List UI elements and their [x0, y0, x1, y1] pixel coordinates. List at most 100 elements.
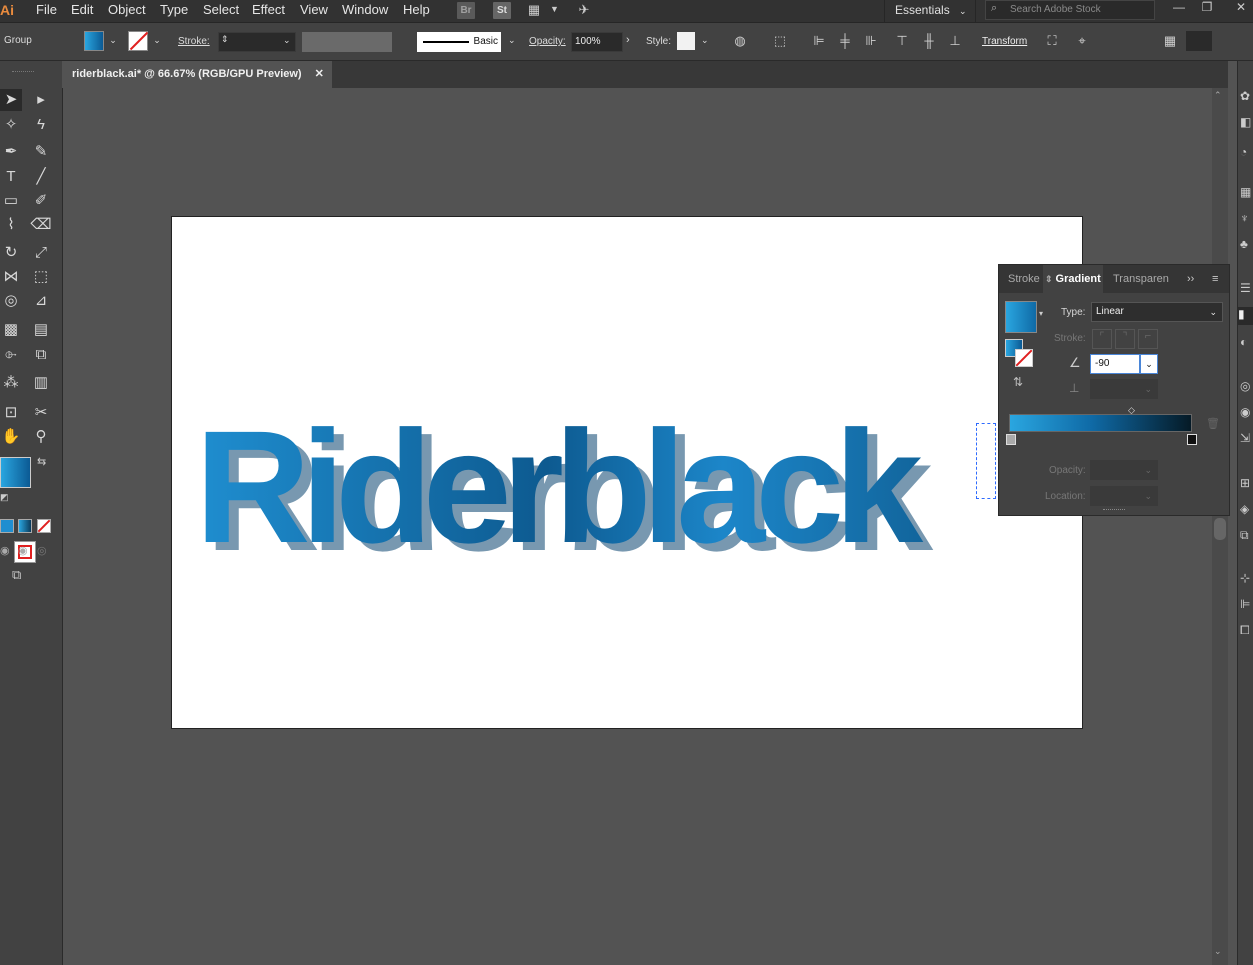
- artboards-icon[interactable]: ⊞: [1240, 476, 1250, 490]
- symbols-icon[interactable]: ♣: [1240, 237, 1248, 251]
- default-fill-stroke-icon[interactable]: ◩: [0, 492, 9, 503]
- draw-behind-icon[interactable]: ◉: [18, 544, 28, 557]
- puppet-warp-icon[interactable]: ⌖: [1073, 32, 1091, 50]
- width-tool-icon[interactable]: ⋈: [0, 266, 22, 288]
- arrange-panel-icon[interactable]: [1186, 31, 1212, 51]
- minimize-icon[interactable]: —: [1168, 0, 1190, 16]
- pathfinder-icon[interactable]: ⧠: [1240, 623, 1250, 638]
- color-panel-icon[interactable]: ✿: [1240, 89, 1250, 103]
- gpu-performance-icon[interactable]: ✈: [575, 1, 593, 19]
- fill-swatch[interactable]: [84, 31, 104, 51]
- bridge-button[interactable]: Br: [457, 2, 475, 19]
- menu-effect[interactable]: Effect: [252, 0, 285, 22]
- artboard-tool-icon[interactable]: ⊡: [0, 402, 22, 424]
- stroke-dropdown-icon[interactable]: ⌄: [150, 35, 164, 46]
- variable-width-profile[interactable]: [302, 32, 392, 52]
- line-segment-tool-icon[interactable]: ╱: [30, 166, 52, 188]
- align-panel-icon[interactable]: ⊫: [1240, 597, 1250, 611]
- shape-builder-tool-icon[interactable]: ◎: [0, 290, 22, 312]
- menu-window[interactable]: Window: [342, 0, 388, 22]
- swap-fill-stroke-icon[interactable]: ⇆: [37, 455, 46, 468]
- artwork-text-riderblack[interactable]: Riderblack: [195, 407, 1075, 567]
- delete-stop-icon[interactable]: 🗑: [1206, 417, 1220, 430]
- eyedropper-tool-icon[interactable]: ⌱: [0, 344, 22, 366]
- chevron-down-icon[interactable]: ⌄: [508, 35, 516, 46]
- menu-type[interactable]: Type: [160, 0, 188, 22]
- brush-definition[interactable]: Basic: [417, 32, 501, 52]
- stock-search-input[interactable]: Search Adobe Stock: [985, 0, 1155, 20]
- align-left-icon[interactable]: ⊫: [810, 32, 828, 50]
- menu-edit[interactable]: Edit: [71, 0, 93, 22]
- transform-panel-icon[interactable]: ⊹: [1240, 571, 1250, 585]
- symbol-sprayer-tool-icon[interactable]: ⁂: [0, 372, 22, 394]
- brushes-icon[interactable]: ♆: [1240, 211, 1249, 225]
- fill-dropdown-icon[interactable]: ⌄: [106, 35, 120, 46]
- gradient-tool-icon[interactable]: ▤: [30, 319, 52, 341]
- type-tool-icon[interactable]: T: [0, 166, 22, 188]
- opacity-label[interactable]: Opacity:: [529, 36, 566, 47]
- shaper-tool-icon[interactable]: ⌇: [0, 214, 22, 236]
- transparency-icon[interactable]: ◐: [1240, 335, 1247, 349]
- align-center-icon[interactable]: ╪: [836, 32, 854, 50]
- stroke-mini-swatch[interactable]: [1015, 349, 1033, 367]
- swatches-icon[interactable]: ▦: [1240, 185, 1251, 199]
- properties-icon[interactable]: ◔: [1240, 145, 1247, 159]
- draw-normal-icon[interactable]: ◉: [0, 544, 10, 557]
- blend-tool-icon[interactable]: ⧉: [30, 344, 52, 366]
- graphic-styles-icon[interactable]: ◉: [1240, 405, 1250, 419]
- menu-view[interactable]: View: [300, 0, 328, 22]
- recolor-artwork-icon[interactable]: ◍: [731, 32, 749, 50]
- scroll-down-icon[interactable]: ⌄: [1214, 946, 1222, 957]
- aspect-ratio-field[interactable]: ⌄: [1090, 379, 1158, 399]
- direct-selection-tool-icon[interactable]: ▸: [30, 89, 52, 111]
- screen-mode-icon[interactable]: ⧉: [12, 567, 21, 583]
- none-mode-icon[interactable]: [37, 519, 51, 533]
- color-mode-icon[interactable]: [0, 519, 14, 533]
- hand-tool-icon[interactable]: ✋: [0, 426, 22, 448]
- column-graph-tool-icon[interactable]: ▥: [30, 372, 52, 394]
- chevron-down-icon[interactable]: ▾: [1039, 309, 1043, 318]
- scale-tool-icon[interactable]: ⤢: [30, 242, 52, 264]
- close-icon[interactable]: ✕: [1230, 0, 1252, 16]
- stroke-across-icon[interactable]: ⌐: [1138, 329, 1158, 349]
- gradient-panel-icon[interactable]: ▮: [1238, 307, 1253, 325]
- panel-menu-icon[interactable]: ≡: [1212, 265, 1218, 293]
- angle-dropdown-icon[interactable]: ⌄: [1140, 354, 1158, 374]
- gradient-type-select[interactable]: Linear ⌄: [1091, 302, 1223, 322]
- chevron-down-icon[interactable]: ⌄: [701, 35, 709, 46]
- chevron-down-icon[interactable]: ⌄: [283, 35, 291, 46]
- stepper-icon[interactable]: ⇕: [221, 34, 229, 45]
- tab-gradient[interactable]: ⇕ Gradient: [1045, 265, 1101, 293]
- rotate-tool-icon[interactable]: ↻: [0, 242, 22, 264]
- lasso-tool-icon[interactable]: ϟ: [30, 114, 52, 136]
- expand-panel-icon[interactable]: ››: [1187, 265, 1194, 293]
- stop-opacity-field[interactable]: ⌄: [1090, 460, 1158, 480]
- links-icon[interactable]: ⧉: [1240, 528, 1249, 543]
- stroke-swatch[interactable]: [128, 31, 149, 51]
- stroke-along-icon[interactable]: ⌝: [1115, 329, 1135, 349]
- stop-location-field[interactable]: ⌄: [1090, 486, 1158, 506]
- curvature-tool-icon[interactable]: ✎: [30, 141, 52, 163]
- align-middle-icon[interactable]: ╫: [920, 32, 938, 50]
- selection-bounding-box[interactable]: [976, 423, 996, 499]
- scroll-thumb[interactable]: [1214, 518, 1226, 540]
- stroke-label[interactable]: Stroke:: [178, 36, 210, 47]
- free-transform-tool-icon[interactable]: ⬚: [30, 266, 52, 288]
- gradient-stop-right[interactable]: [1187, 434, 1197, 445]
- eraser-tool-icon[interactable]: ⌫: [30, 214, 52, 236]
- gradient-mode-icon[interactable]: [18, 519, 32, 533]
- menu-object[interactable]: Object: [108, 0, 146, 22]
- paintbrush-tool-icon[interactable]: ✐: [30, 190, 52, 212]
- zoom-tool-icon[interactable]: ⚲: [30, 426, 52, 448]
- workspace-switcher[interactable]: Essentials ⌄: [884, 0, 976, 22]
- asset-export-icon[interactable]: ⇲: [1240, 431, 1250, 445]
- restore-icon[interactable]: ❐: [1196, 0, 1218, 16]
- isolate-icon[interactable]: ⛶: [1043, 32, 1061, 50]
- gradient-preview-swatch[interactable]: [1005, 301, 1037, 333]
- panel-resize-grip[interactable]: [1103, 509, 1125, 514]
- menu-file[interactable]: File: [36, 0, 57, 22]
- close-tab-icon[interactable]: ✕: [315, 68, 324, 80]
- reverse-gradient-icon[interactable]: ⇅: [1013, 375, 1023, 389]
- document-tab[interactable]: riderblack.ai* @ 66.67% (RGB/GPU Preview…: [62, 61, 332, 88]
- perspective-grid-tool-icon[interactable]: ⊿: [30, 290, 52, 312]
